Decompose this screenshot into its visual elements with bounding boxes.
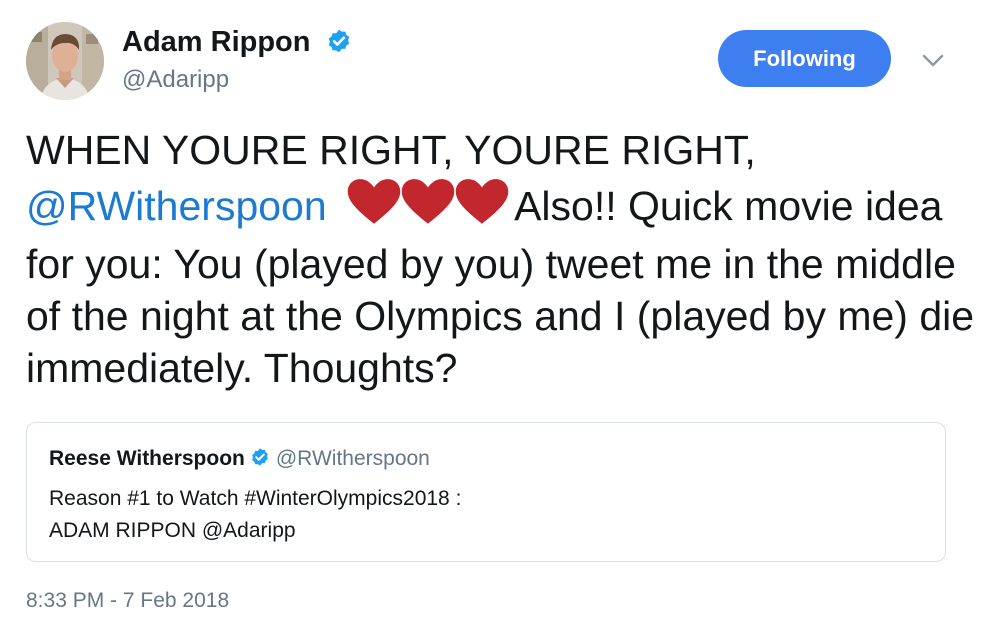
red-heart-icon	[401, 179, 455, 224]
tweet-text-line1: WHEN YOURE RIGHT, YOURE RIGHT,	[26, 127, 756, 173]
quoted-tweet-line1: Reason #1 to Watch #WinterOlympics2018 :	[49, 487, 462, 510]
emoji-group	[346, 176, 509, 238]
following-button[interactable]: Following	[718, 30, 891, 87]
verified-badge-icon	[328, 29, 349, 53]
mention-link[interactable]: @RWitherspoon	[26, 183, 327, 229]
quoted-author-name: Reese Witherspoon	[49, 447, 245, 470]
author-display-name[interactable]: Adam Rippon	[122, 26, 352, 59]
quoted-author-handle: @RWitherspoon	[275, 447, 430, 470]
tweet-timestamp[interactable]: 8:33 PM - 7 Feb 2018	[26, 589, 229, 613]
chevron-down-icon[interactable]	[918, 48, 948, 72]
quoted-tweet[interactable]: Reese Witherspoon @RWitherspoon Reason #…	[26, 422, 946, 562]
quoted-tweet-text: Reason #1 to Watch #WinterOlympics2018 :…	[49, 483, 909, 547]
author-name-text: Adam Rippon	[122, 26, 311, 58]
tweet-text: WHEN YOURE RIGHT, YOURE RIGHT, @RWithers…	[26, 124, 976, 394]
red-heart-icon	[455, 179, 509, 224]
tweet-card: Adam Rippon @Adaripp Following WHEN YOUR…	[0, 0, 990, 635]
red-heart-icon	[347, 179, 401, 224]
quoted-tweet-line2: ADAM RIPPON @Adaripp	[49, 519, 296, 542]
author-handle[interactable]: @Adaripp	[122, 66, 229, 94]
avatar-photo	[26, 22, 104, 100]
author-avatar[interactable]	[26, 22, 104, 100]
verified-badge-icon	[252, 448, 268, 466]
quoted-tweet-header: Reese Witherspoon @RWitherspoon	[49, 447, 430, 471]
